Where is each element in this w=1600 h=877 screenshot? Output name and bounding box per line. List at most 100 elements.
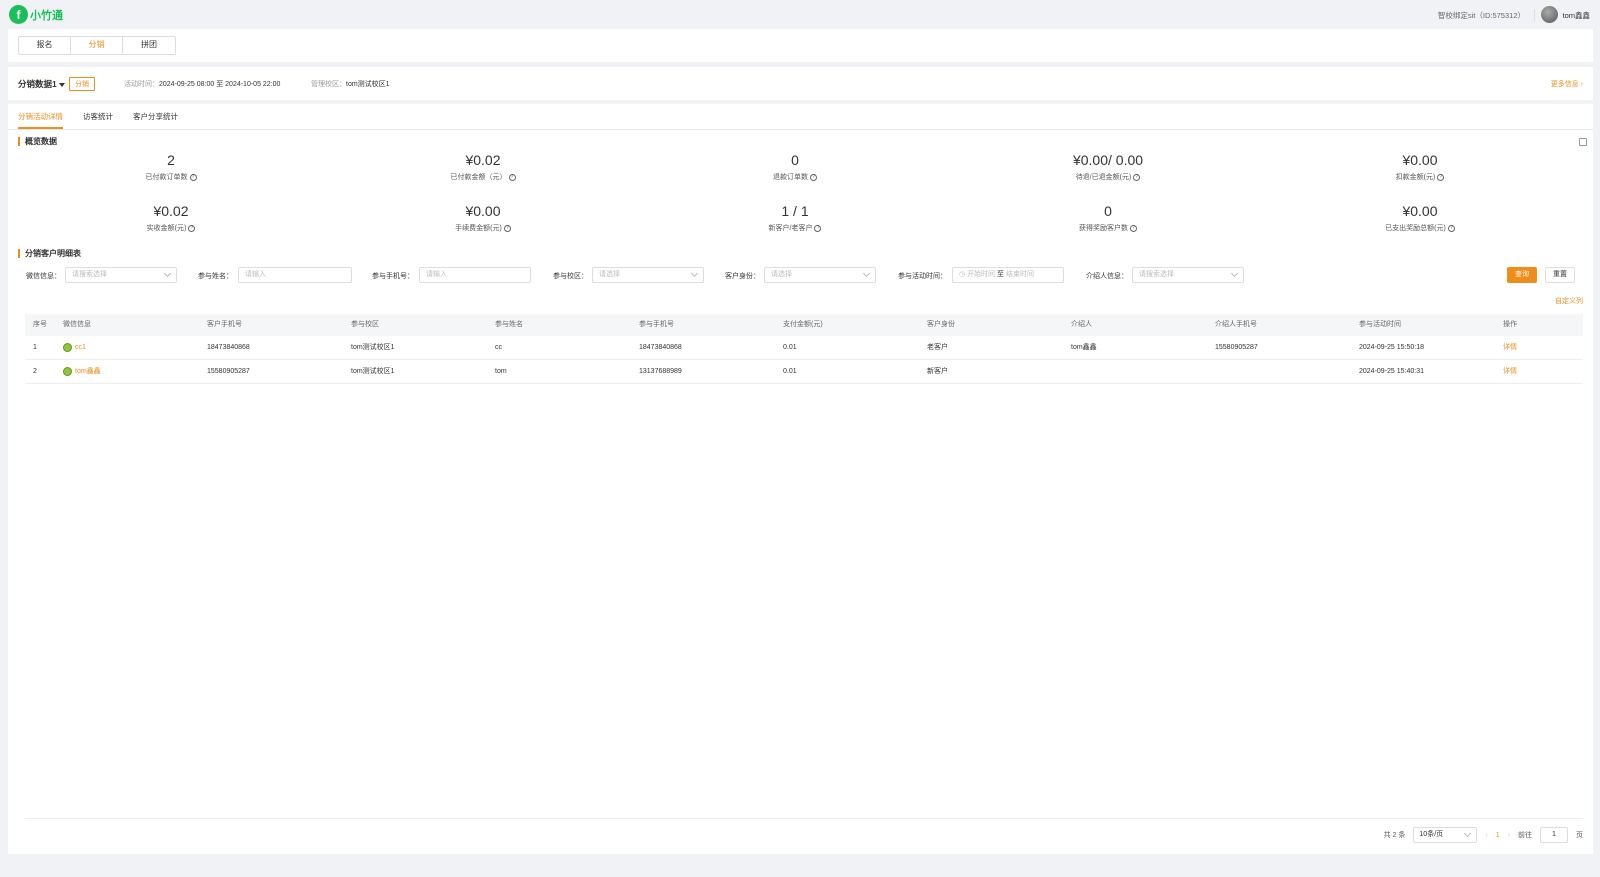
- refresh-icon[interactable]: [1579, 138, 1587, 146]
- page-number[interactable]: 1: [1496, 832, 1500, 839]
- cell-phone: 15580905287: [207, 368, 250, 375]
- stat-label: 扣款金额(元): [1395, 174, 1436, 181]
- tab-share-stats[interactable]: 客户分享统计: [133, 104, 178, 129]
- placeholder: 请输入: [245, 271, 266, 278]
- mode-segmented-control: 报名 分销 拼团: [18, 36, 176, 55]
- col-header: 参与活动时间: [1359, 321, 1401, 328]
- pagination: 共 2 条 10条/页 ‹ 1 › 前往 1 页: [1384, 827, 1583, 843]
- chevron-down-icon: [690, 269, 699, 278]
- avatar[interactable]: [1541, 6, 1558, 23]
- filter-campus-label: 参与校区：: [553, 273, 588, 280]
- filter-wechat-select[interactable]: 请搜索选择: [65, 267, 177, 283]
- goto-page-input[interactable]: 1: [1540, 827, 1568, 843]
- chevron-down-icon: [862, 269, 871, 278]
- username[interactable]: tom鑫鑫: [1562, 10, 1590, 21]
- query-button[interactable]: 查询: [1507, 267, 1537, 283]
- next-page-icon[interactable]: ›: [1508, 832, 1510, 839]
- tab-group-buy[interactable]: 拼团: [123, 37, 175, 54]
- placeholder: 请搜索选择: [72, 271, 107, 278]
- activity-campus-value: tom测试校区1: [346, 81, 390, 88]
- stat-deduction: ¥0.00 扣款金额(元)?: [1320, 152, 1520, 182]
- stat-paid-orders: 2 已付款订单数?: [71, 152, 271, 182]
- col-header: 参与姓名: [495, 321, 523, 328]
- custom-columns-link[interactable]: 自定义列: [1555, 296, 1583, 306]
- cell-referrer: tom鑫鑫: [1071, 344, 1097, 351]
- help-icon[interactable]: ?: [508, 173, 516, 181]
- logo-mark-icon: f: [9, 5, 28, 24]
- filter-time-range[interactable]: ◷ 开始时间 至 结束时间: [952, 267, 1064, 283]
- page-size-select[interactable]: 10条/页: [1413, 827, 1478, 843]
- cell-referrer: [1063, 360, 1207, 383]
- help-icon[interactable]: ?: [189, 173, 197, 181]
- chevron-down-icon: [1464, 829, 1472, 838]
- wechat-name[interactable]: tom鑫鑫: [75, 368, 101, 375]
- chevron-down-icon: [1230, 269, 1239, 278]
- cell-campus: tom测试校区1: [351, 344, 395, 351]
- help-icon[interactable]: ?: [1437, 173, 1445, 181]
- logo[interactable]: f 小竹通: [9, 5, 63, 24]
- stat-label: 待退/已退金额(元): [1075, 174, 1132, 181]
- goto-label: 前往: [1518, 832, 1532, 839]
- cell-referrer-phone: [1207, 360, 1351, 383]
- filter-wechat-label: 微信信息：: [26, 273, 61, 280]
- school-binding[interactable]: 智校绑定sit（ID:575312）: [1438, 10, 1525, 21]
- more-info-link[interactable]: 更多信息 ›: [1551, 79, 1583, 89]
- stat-value: ¥0.00: [1402, 152, 1438, 168]
- stat-label: 退款订单数: [773, 174, 808, 181]
- cell-identity: 新客户: [927, 368, 948, 375]
- stat-value: 0: [1104, 203, 1112, 219]
- stat-label: 已付款订单数: [145, 174, 188, 181]
- filter-identity-label: 客户身份：: [725, 273, 760, 280]
- col-header: 客户手机号: [207, 321, 242, 328]
- filter-identity-select[interactable]: 请选择: [764, 267, 876, 283]
- help-icon[interactable]: ?: [810, 173, 817, 181]
- tab-signup[interactable]: 报名: [19, 37, 71, 54]
- detail-link[interactable]: 详情: [1495, 360, 1579, 383]
- filter-phone-input[interactable]: 请输入: [419, 267, 531, 283]
- col-header: 微信信息: [63, 321, 91, 328]
- stat-label: 实收金额(元): [146, 225, 187, 232]
- stat-reward-total: ¥0.00 已支出奖励总额(元)?: [1320, 203, 1520, 233]
- main-card: 分销活动详情 访客统计 客户分享统计 概览数据 2 已付款订单数? ¥0.02 …: [8, 104, 1593, 854]
- help-icon[interactable]: ?: [1130, 224, 1137, 232]
- tab-activity-detail[interactable]: 分销活动详情: [18, 104, 63, 129]
- activity-campus-label: 管理校区：: [311, 81, 346, 88]
- col-header: 操作: [1503, 321, 1517, 328]
- filter-referrer-select[interactable]: 请搜索选择: [1132, 267, 1244, 283]
- cell-wechat[interactable]: tom鑫鑫: [55, 360, 199, 383]
- logo-text: 小竹通: [30, 9, 63, 22]
- help-icon[interactable]: ?: [1133, 173, 1141, 181]
- stat-label: 已付款金额（元）: [450, 174, 507, 181]
- page-size-value: 10条/页: [1419, 831, 1444, 838]
- col-header: 介绍人: [1071, 321, 1092, 328]
- stat-value: ¥0.02: [465, 152, 501, 168]
- prev-page-icon[interactable]: ‹: [1485, 832, 1487, 839]
- activity-time: 活动时间：2024-09-25 08:00 至 2024-10-05 22:00: [124, 79, 280, 89]
- cell-join-phone: 13137688989: [639, 368, 682, 375]
- stat-rewarded-customers: 0 获得奖励客户数?: [1008, 203, 1208, 233]
- filter-name-input[interactable]: 请输入: [238, 267, 352, 283]
- help-icon[interactable]: ?: [188, 224, 196, 232]
- activity-name: 分销数据1: [18, 79, 57, 89]
- filter-campus-select[interactable]: 请选择: [592, 267, 704, 283]
- tab-visitor-stats[interactable]: 访客统计: [83, 104, 113, 129]
- cell-wechat[interactable]: cc1: [55, 336, 199, 359]
- activity-selector[interactable]: 分销数据1: [18, 78, 65, 90]
- cell-campus: tom测试校区1: [351, 368, 395, 375]
- overview-title: 概览数据: [18, 137, 57, 146]
- help-icon[interactable]: ?: [503, 224, 511, 232]
- help-icon[interactable]: ?: [1447, 224, 1455, 232]
- placeholder: 请输入: [426, 271, 447, 278]
- wechat-name[interactable]: cc1: [75, 344, 86, 351]
- stat-label: 手续费金额(元): [455, 225, 502, 232]
- reset-button[interactable]: 重置: [1545, 267, 1575, 283]
- divider: [25, 818, 1583, 819]
- detail-link[interactable]: 详情: [1495, 336, 1579, 359]
- tab-distribution[interactable]: 分销: [71, 37, 123, 54]
- help-icon[interactable]: ?: [814, 224, 822, 232]
- cell-amount: 0.01: [783, 368, 797, 375]
- placeholder: 开始时间: [967, 271, 996, 278]
- stat-paid-amount: ¥0.02 已付款金额（元）?: [383, 152, 583, 182]
- more-info-label: 更多信息: [1550, 81, 1579, 88]
- stat-new-old-customers: 1 / 1 新客户/老客户?: [695, 203, 895, 233]
